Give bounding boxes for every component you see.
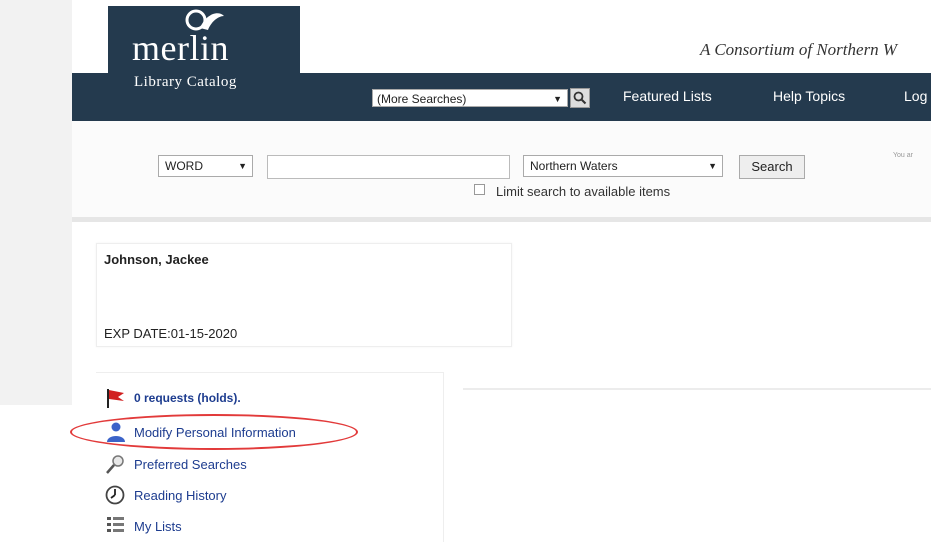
- menu-item-modify-personal-info[interactable]: Modify Personal Information: [104, 421, 296, 443]
- nav-help-topics[interactable]: Help Topics: [773, 88, 845, 104]
- library-region-select[interactable]: Northern Waters ▼: [523, 155, 723, 177]
- menu-label-requests: 0 requests (holds).: [134, 391, 241, 405]
- menu-item-preferred-searches[interactable]: Preferred Searches: [104, 453, 247, 475]
- dropdown-arrow-icon: ▼: [238, 161, 247, 171]
- more-searches-select[interactable]: (More Searches) ▼: [372, 89, 568, 107]
- nav-search-button[interactable]: [570, 88, 590, 108]
- menu-item-requests[interactable]: 0 requests (holds).: [104, 387, 241, 409]
- red-flag-icon: [107, 389, 124, 408]
- search-type-value: WORD: [165, 159, 203, 173]
- search-input[interactable]: [267, 155, 510, 179]
- dropdown-arrow-icon: ▼: [553, 94, 562, 104]
- dropdown-arrow-icon: ▼: [708, 161, 717, 171]
- menu-label-my-lists: My Lists: [134, 518, 182, 534]
- login-status-note: You ar: [893, 152, 913, 159]
- search-type-select[interactable]: WORD ▼: [158, 155, 253, 177]
- magnifier-icon: [106, 455, 124, 474]
- patron-expiration: EXP DATE:01-15-2020: [104, 326, 238, 341]
- menu-label-preferred-searches: Preferred Searches: [134, 456, 247, 472]
- more-searches-value: (More Searches): [377, 92, 467, 106]
- library-region-value: Northern Waters: [530, 159, 618, 173]
- search-icon: [573, 91, 587, 105]
- menu-label-reading-history: Reading History: [134, 487, 227, 503]
- limit-available-checkbox[interactable]: [474, 184, 485, 195]
- logo-subtitle: Library Catalog: [134, 74, 237, 90]
- left-gutter: [0, 0, 72, 405]
- limit-available-label: Limit search to available items: [496, 184, 671, 199]
- clock-icon: [105, 485, 125, 505]
- menu-item-my-lists[interactable]: My Lists: [104, 515, 182, 537]
- list-icon: [107, 517, 124, 532]
- person-icon: [107, 422, 125, 442]
- logo-wordmark: merlin: [132, 28, 229, 68]
- search-button[interactable]: Search: [739, 155, 805, 179]
- menu-item-reading-history[interactable]: Reading History: [104, 484, 227, 506]
- patron-name: Johnson, Jackee: [104, 252, 209, 267]
- nav-featured-lists[interactable]: Featured Lists: [623, 88, 712, 104]
- consortium-tagline: A Consortium of Northern W: [700, 40, 898, 59]
- menu-label-modify-personal-info: Modify Personal Information: [134, 424, 296, 440]
- nav-login[interactable]: Log: [904, 88, 927, 104]
- content-panel: [463, 372, 931, 390]
